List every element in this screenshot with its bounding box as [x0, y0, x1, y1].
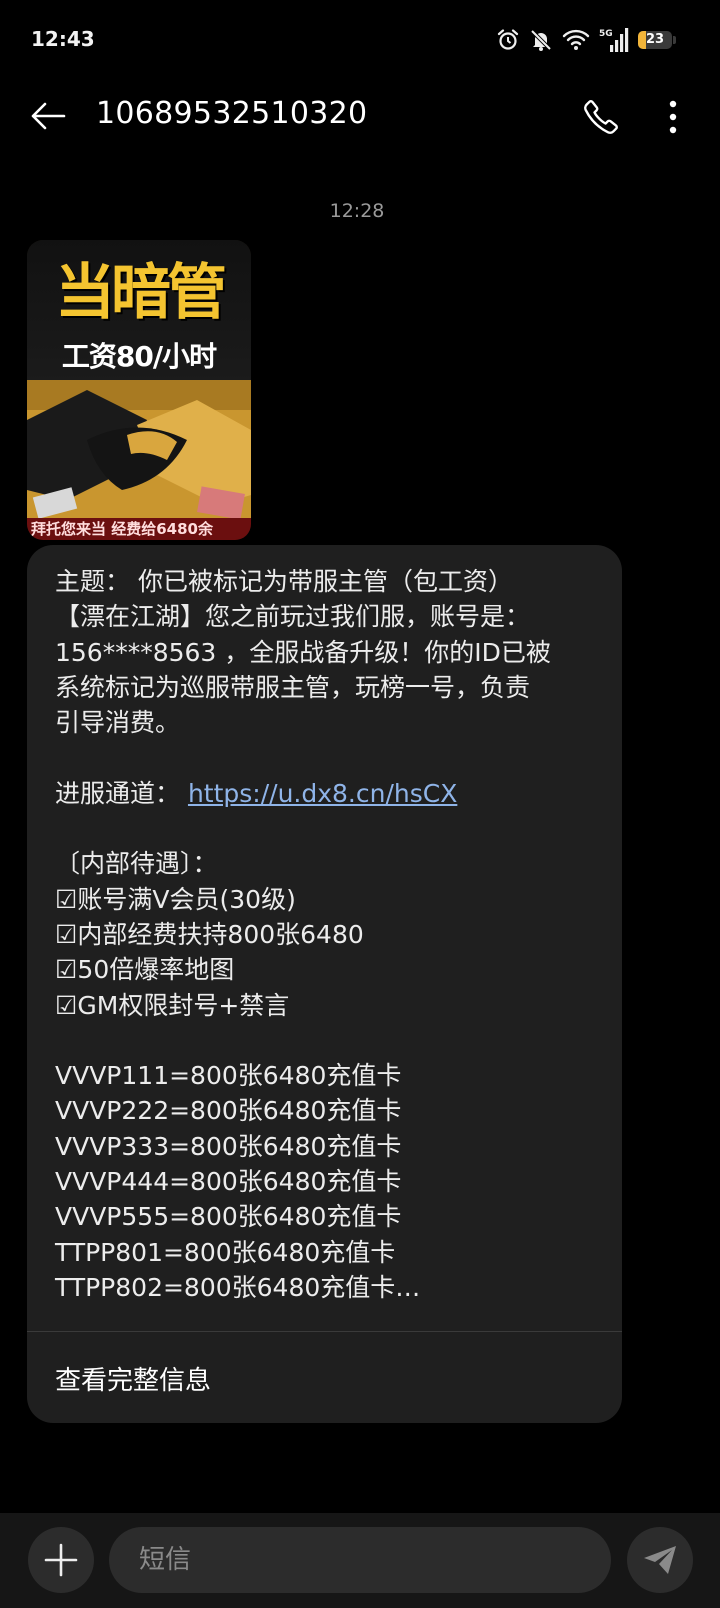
- perk-item: ☑GM权限封号+禁言: [55, 990, 290, 1020]
- perk-item: ☑50倍爆率地图: [55, 955, 235, 985]
- message-line: 156****8563 ，全服战备升级！你的ID已被: [55, 637, 551, 667]
- plus-icon: [44, 1543, 78, 1577]
- channel-link[interactable]: https://u.dx8.cn/hsCX: [188, 779, 457, 808]
- signal-icon: 5G: [599, 27, 629, 53]
- message-line: 【漂在江湖】您之前玩过我们服，账号是：: [55, 602, 531, 632]
- composer-bar: [0, 1513, 720, 1608]
- message-timestamp: 12:28: [329, 200, 385, 222]
- channel-line: 进服通道： https://u.dx8.cn/hsCX: [55, 776, 600, 811]
- add-attachment-button[interactable]: [28, 1527, 94, 1593]
- message-bubble[interactable]: 主题： 你已被标记为带服主管（包工资） 【漂在江湖】您之前玩过我们服，账号是： …: [27, 545, 622, 1423]
- battery-icon: 23: [638, 31, 672, 49]
- message-input[interactable]: [109, 1527, 611, 1593]
- network-type-label: 5G: [599, 29, 613, 39]
- message-body: 主题： 你已被标记为带服主管（包工资） 【漂在江湖】您之前玩过我们服，账号是： …: [55, 564, 600, 1305]
- battery-level: 23: [645, 32, 665, 47]
- back-button[interactable]: [26, 94, 70, 138]
- back-arrow-icon: [31, 102, 66, 130]
- code-item: VVVP555=800张6480充值卡: [55, 1202, 402, 1232]
- wifi-icon: [562, 28, 590, 52]
- status-bar: 12:43 5G 23: [0, 0, 720, 80]
- send-icon: [644, 1546, 676, 1574]
- call-button[interactable]: [578, 94, 624, 140]
- bubble-divider: [27, 1331, 622, 1332]
- image-headline: 当暗管: [55, 258, 227, 328]
- channel-label: 进服通道：: [55, 778, 188, 808]
- view-full-message-button[interactable]: 查看完整信息: [55, 1360, 211, 1397]
- image-footer-text: 拜托您来当 经费给6480余: [27, 518, 251, 540]
- status-icons: 5G 23: [496, 24, 676, 56]
- alarm-icon: [496, 28, 520, 52]
- more-vert-icon: [669, 100, 677, 134]
- conversation-header: 10689532510320: [0, 80, 720, 152]
- code-item: VVVP222=800张6480充值卡: [55, 1096, 402, 1126]
- code-item: VVVP333=800张6480充值卡: [55, 1131, 402, 1161]
- message-line: 引导消费。: [55, 708, 181, 738]
- notifications-off-icon: [529, 28, 553, 52]
- code-item: VVVP444=800张6480充值卡: [55, 1167, 402, 1197]
- status-time: 12:43: [31, 27, 95, 51]
- message-line: 主题： 你已被标记为带服主管（包工资）: [55, 567, 513, 596]
- perk-item: ☑账号满V会员(30级): [55, 884, 296, 914]
- phone-icon: [584, 100, 618, 134]
- image-subline: 工资80/小时: [61, 340, 217, 373]
- more-options-button[interactable]: [650, 94, 696, 140]
- message-line: 系统标记为巡服带服主管，玩榜一号，负责: [55, 672, 531, 702]
- contact-title: 10689532510320: [96, 96, 368, 131]
- send-button[interactable]: [627, 1527, 693, 1593]
- perks-title: 〔内部待遇〕：: [55, 849, 218, 879]
- mms-image-attachment[interactable]: 当暗管 工资80/小时 拜托您来当 经费给6480余: [27, 240, 251, 540]
- code-item: VVVP111=800张6480充值卡: [55, 1061, 402, 1091]
- code-item: TTPP801=800张6480充值卡: [55, 1237, 396, 1267]
- code-item: TTPP802=800张6480充值卡…: [55, 1272, 421, 1302]
- handshake-illustration: [27, 380, 251, 520]
- perk-item: ☑内部经费扶持800张6480: [55, 919, 364, 949]
- battery-tip: [673, 36, 676, 44]
